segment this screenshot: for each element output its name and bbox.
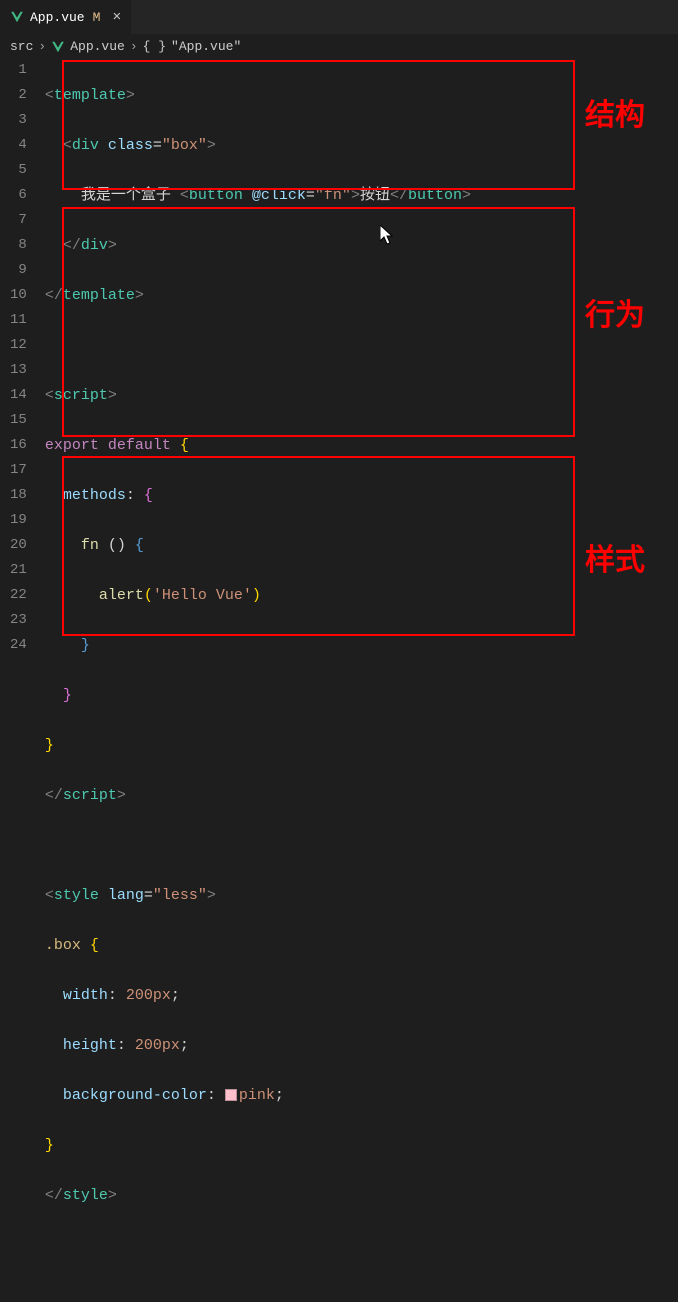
code-line: </style> xyxy=(45,1183,678,1208)
breadcrumb: src › App.vue › { } "App.vue" xyxy=(0,35,678,58)
line-number: 22 xyxy=(10,583,27,608)
code-line: </script> xyxy=(45,783,678,808)
chevron-right-icon: › xyxy=(130,39,138,54)
line-number: 15 xyxy=(10,408,27,433)
tab-modified-indicator: M xyxy=(93,10,101,25)
line-number: 23 xyxy=(10,608,27,633)
code-line xyxy=(45,833,678,858)
code-line: <script> xyxy=(45,383,678,408)
line-number: 9 xyxy=(10,258,27,283)
line-number: 21 xyxy=(10,558,27,583)
code-line: height: 200px; xyxy=(45,1033,678,1058)
code-line: <div class="box"> xyxy=(45,133,678,158)
line-number: 1 xyxy=(10,58,27,83)
line-number: 6 xyxy=(10,183,27,208)
code-area[interactable]: <template> <div class="box"> 我是一个盒子 <but… xyxy=(45,58,678,1302)
line-number: 10 xyxy=(10,283,27,308)
code-line xyxy=(45,333,678,358)
code-line: } xyxy=(45,633,678,658)
line-number: 7 xyxy=(10,208,27,233)
code-line: </template> xyxy=(45,283,678,308)
close-icon[interactable]: × xyxy=(112,10,121,25)
code-line: } xyxy=(45,1133,678,1158)
editor[interactable]: 1 2 3 4 5 6 7 8 9 10 11 12 13 14 15 16 1… xyxy=(0,58,678,1302)
code-line: </div> xyxy=(45,233,678,258)
line-number: 17 xyxy=(10,458,27,483)
line-number: 4 xyxy=(10,133,27,158)
line-number: 3 xyxy=(10,108,27,133)
code-line: 我是一个盒子 <button @click="fn">按钮</button> xyxy=(45,183,678,208)
braces-icon: { } xyxy=(143,39,166,54)
line-number: 18 xyxy=(10,483,27,508)
code-line: <template> xyxy=(45,83,678,108)
code-line xyxy=(45,1233,678,1258)
line-number: 5 xyxy=(10,158,27,183)
code-line: } xyxy=(45,733,678,758)
tab-filename: App.vue xyxy=(30,10,85,25)
code-line: background-color: pink; xyxy=(45,1083,678,1108)
line-number: 24 xyxy=(10,633,27,658)
line-number: 19 xyxy=(10,508,27,533)
line-number: 8 xyxy=(10,233,27,258)
vue-file-icon xyxy=(51,40,65,54)
vue-file-icon xyxy=(10,10,24,24)
line-number-gutter: 1 2 3 4 5 6 7 8 9 10 11 12 13 14 15 16 1… xyxy=(0,58,45,1302)
code-line: methods: { xyxy=(45,483,678,508)
line-number: 12 xyxy=(10,333,27,358)
line-number: 11 xyxy=(10,308,27,333)
tab-bar: App.vue M × xyxy=(0,0,678,35)
code-line: .box { xyxy=(45,933,678,958)
code-line: <style lang="less"> xyxy=(45,883,678,908)
line-number: 13 xyxy=(10,358,27,383)
breadcrumb-segment[interactable]: App.vue xyxy=(70,39,125,54)
code-line: } xyxy=(45,683,678,708)
line-number: 14 xyxy=(10,383,27,408)
chevron-right-icon: › xyxy=(38,39,46,54)
editor-tab[interactable]: App.vue M × xyxy=(0,0,132,34)
breadcrumb-segment[interactable]: "App.vue" xyxy=(171,39,241,54)
line-number: 16 xyxy=(10,433,27,458)
color-swatch-icon xyxy=(225,1089,237,1101)
breadcrumb-segment[interactable]: src xyxy=(10,39,33,54)
line-number: 20 xyxy=(10,533,27,558)
code-line: alert('Hello Vue') xyxy=(45,583,678,608)
code-line: export default { xyxy=(45,433,678,458)
code-line: width: 200px; xyxy=(45,983,678,1008)
line-number: 2 xyxy=(10,83,27,108)
code-line: fn () { xyxy=(45,533,678,558)
